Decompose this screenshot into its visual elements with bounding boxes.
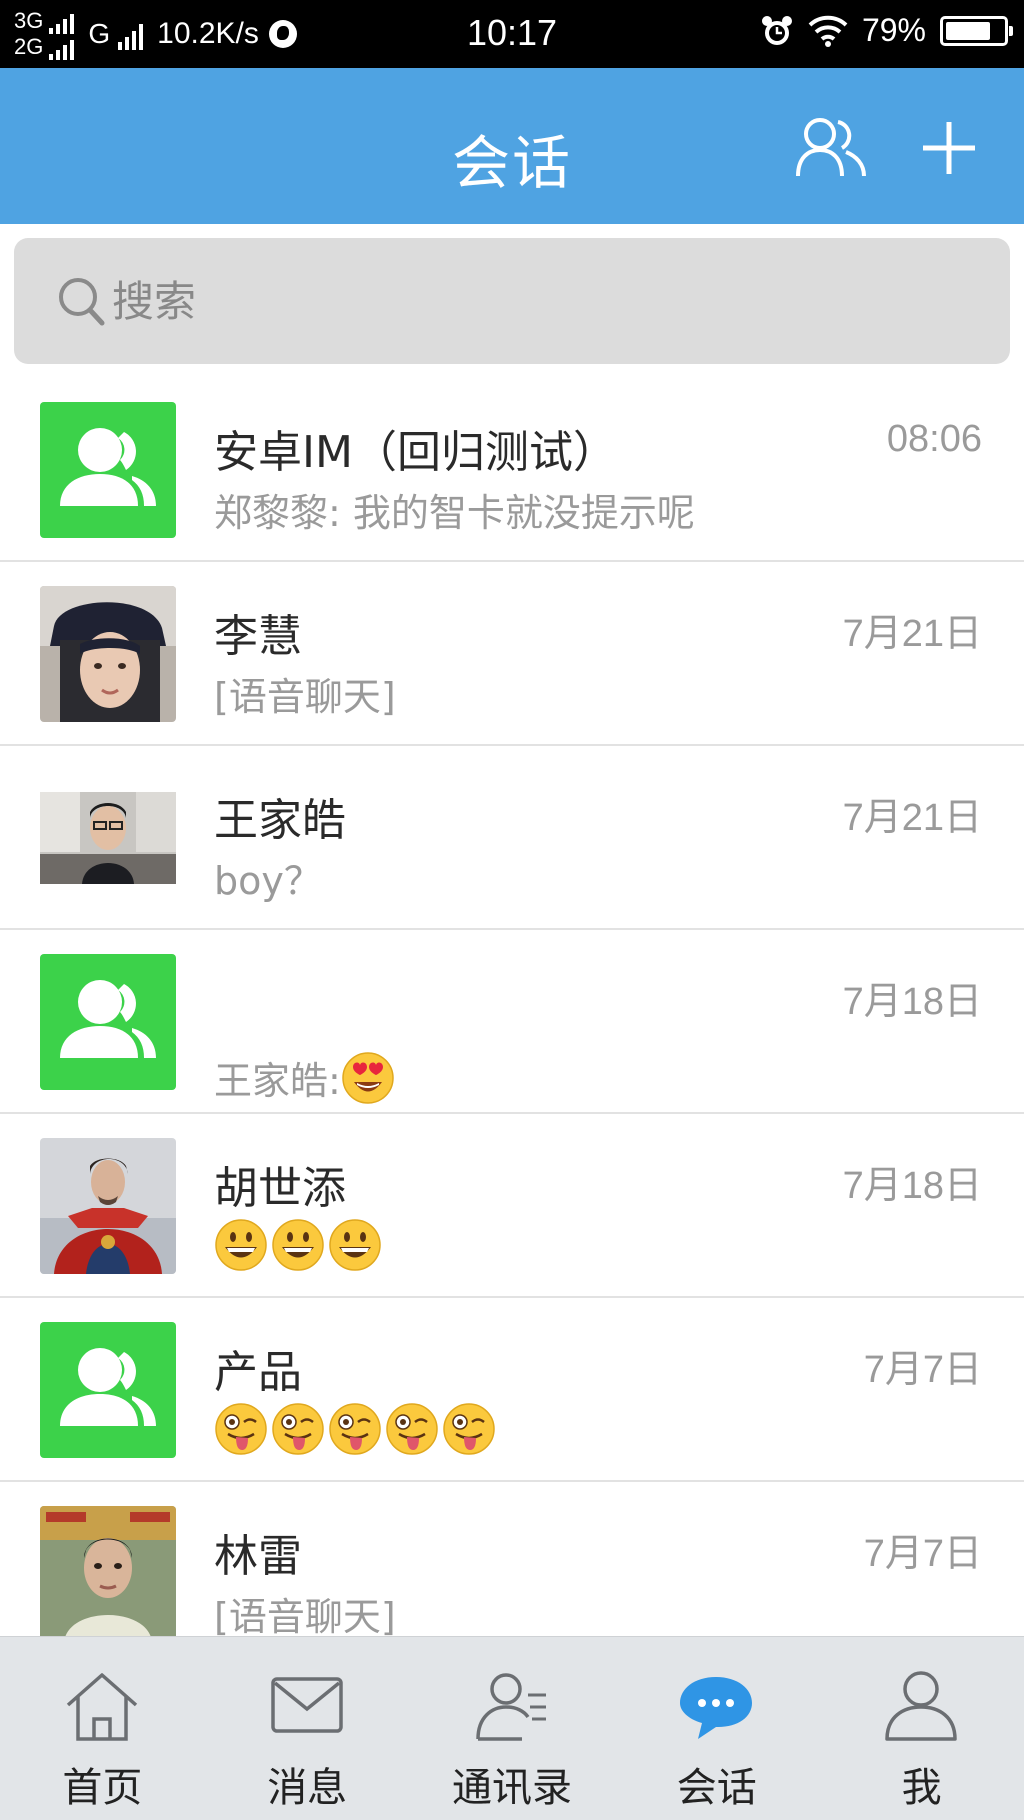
grinning-emoji-icon bbox=[215, 1219, 267, 1271]
nav-item-me[interactable]: 我 bbox=[819, 1637, 1024, 1820]
nav-item-home[interactable]: 首页 bbox=[0, 1637, 205, 1820]
conversation-preview bbox=[214, 1402, 499, 1456]
portrait-photo bbox=[40, 770, 176, 906]
photo-avatar bbox=[40, 770, 176, 906]
nav-label: 首页 bbox=[62, 1765, 143, 1811]
contacts-list-icon bbox=[475, 1673, 546, 1741]
chat-bubble-icon bbox=[680, 1677, 753, 1739]
conversation-row[interactable]: 安卓IM（回归测试） 08:06 郑黎黎: 我的智卡就没提示呢 bbox=[0, 378, 1024, 562]
conversation-preview: [语音聊天] bbox=[214, 675, 396, 719]
conversation-row[interactable]: 李慧 7月21日 [语音聊天] bbox=[0, 562, 1024, 746]
nav-label: 消息 bbox=[267, 1765, 348, 1811]
conversation-row[interactable]: 王家皓 7月21日 boy？ bbox=[0, 746, 1024, 930]
person-icon bbox=[885, 1671, 957, 1741]
conversation-row[interactable]: 7月18日 王家皓: bbox=[0, 930, 1024, 1114]
plus-icon[interactable] bbox=[920, 114, 978, 180]
battery-percent: 79% bbox=[861, 12, 926, 48]
winking-tongue-emoji-icon bbox=[386, 1403, 438, 1455]
group-people-icon bbox=[60, 428, 156, 506]
grinning-emoji-icon bbox=[329, 1219, 381, 1271]
group-contacts-icon[interactable] bbox=[794, 114, 868, 180]
app-header: 会话 bbox=[0, 68, 1024, 224]
conversation-time: 7月7日 bbox=[863, 1349, 982, 1391]
portrait-photo bbox=[40, 1138, 176, 1274]
conversation-time: 7月18日 bbox=[842, 1165, 982, 1207]
group-avatar bbox=[40, 1322, 176, 1458]
conversation-name: 安卓IM（回归测试） bbox=[214, 427, 617, 478]
heart-eyes-emoji-icon bbox=[342, 1051, 394, 1104]
conversation-name: 胡世添 bbox=[214, 1163, 346, 1214]
group-avatar bbox=[40, 954, 176, 1090]
conversation-preview bbox=[214, 1218, 385, 1272]
envelope-icon bbox=[271, 1677, 343, 1733]
winking-tongue-emoji-icon bbox=[329, 1403, 381, 1455]
conversation-name: 王家皓 bbox=[214, 795, 346, 846]
conversation-preview: [语音聊天] bbox=[214, 1595, 396, 1636]
nav-label: 我 bbox=[901, 1765, 942, 1811]
conversation-preview: 王家皓: bbox=[214, 1050, 398, 1105]
nav-item-messages[interactable]: 消息 bbox=[205, 1637, 410, 1820]
photo-avatar bbox=[40, 1506, 176, 1636]
conversation-preview: 郑黎黎: 我的智卡就没提示呢 bbox=[214, 491, 695, 535]
page-title: 会话 bbox=[451, 129, 572, 197]
search-icon bbox=[59, 278, 105, 326]
conversation-time: 7月21日 bbox=[842, 797, 982, 839]
conversation-time: 7月7日 bbox=[863, 1533, 982, 1575]
home-icon bbox=[66, 1673, 138, 1741]
nav-label: 会话 bbox=[676, 1765, 757, 1811]
search-input[interactable] bbox=[112, 276, 912, 326]
group-avatar bbox=[40, 402, 176, 538]
nav-label: 通讯录 bbox=[451, 1765, 572, 1811]
winking-tongue-emoji-icon bbox=[215, 1403, 267, 1455]
conversation-time: 7月21日 bbox=[842, 613, 982, 655]
alarm-clock-icon bbox=[761, 15, 792, 45]
photo-avatar bbox=[40, 586, 176, 722]
battery-icon bbox=[940, 15, 1013, 46]
search-bar[interactable] bbox=[14, 238, 1010, 364]
group-people-icon bbox=[60, 980, 156, 1058]
conversation-time: 08:06 bbox=[886, 418, 982, 460]
grinning-emoji-icon bbox=[272, 1219, 324, 1271]
conversation-time: 7月18日 bbox=[842, 981, 982, 1023]
winking-tongue-emoji-icon bbox=[443, 1403, 495, 1455]
conversation-list: 安卓IM（回归测试） 08:06 郑黎黎: 我的智卡就没提示呢 李慧 7月21日… bbox=[0, 378, 1024, 1636]
group-people-icon bbox=[60, 1348, 156, 1426]
conversation-name: 产品 bbox=[214, 1347, 302, 1398]
portrait-photo bbox=[40, 586, 176, 722]
winking-tongue-emoji-icon bbox=[272, 1403, 324, 1455]
photo-avatar bbox=[40, 1138, 176, 1274]
conversation-row[interactable]: 产品 7月7日 bbox=[0, 1298, 1024, 1482]
conversation-name: 林雷 bbox=[214, 1531, 302, 1582]
bottom-navigation: 首页 消息 通讯录 会话 我 bbox=[0, 1636, 1024, 1820]
conversation-preview: boy？ bbox=[214, 859, 322, 903]
preview-sender: 王家皓: bbox=[214, 1059, 341, 1103]
status-bar: 3G 2G G 10.2K/s 10:17 79% bbox=[0, 0, 1024, 68]
conversation-row[interactable]: 胡世添 7月18日 bbox=[0, 1114, 1024, 1298]
portrait-photo bbox=[40, 1506, 176, 1636]
conversation-row[interactable]: 林雷 7月7日 [语音聊天] bbox=[0, 1482, 1024, 1636]
nav-item-contacts[interactable]: 通讯录 bbox=[410, 1637, 615, 1820]
nav-item-conversations[interactable]: 会话 bbox=[614, 1637, 819, 1820]
wifi-icon bbox=[808, 15, 848, 47]
conversation-name: 李慧 bbox=[214, 611, 302, 662]
